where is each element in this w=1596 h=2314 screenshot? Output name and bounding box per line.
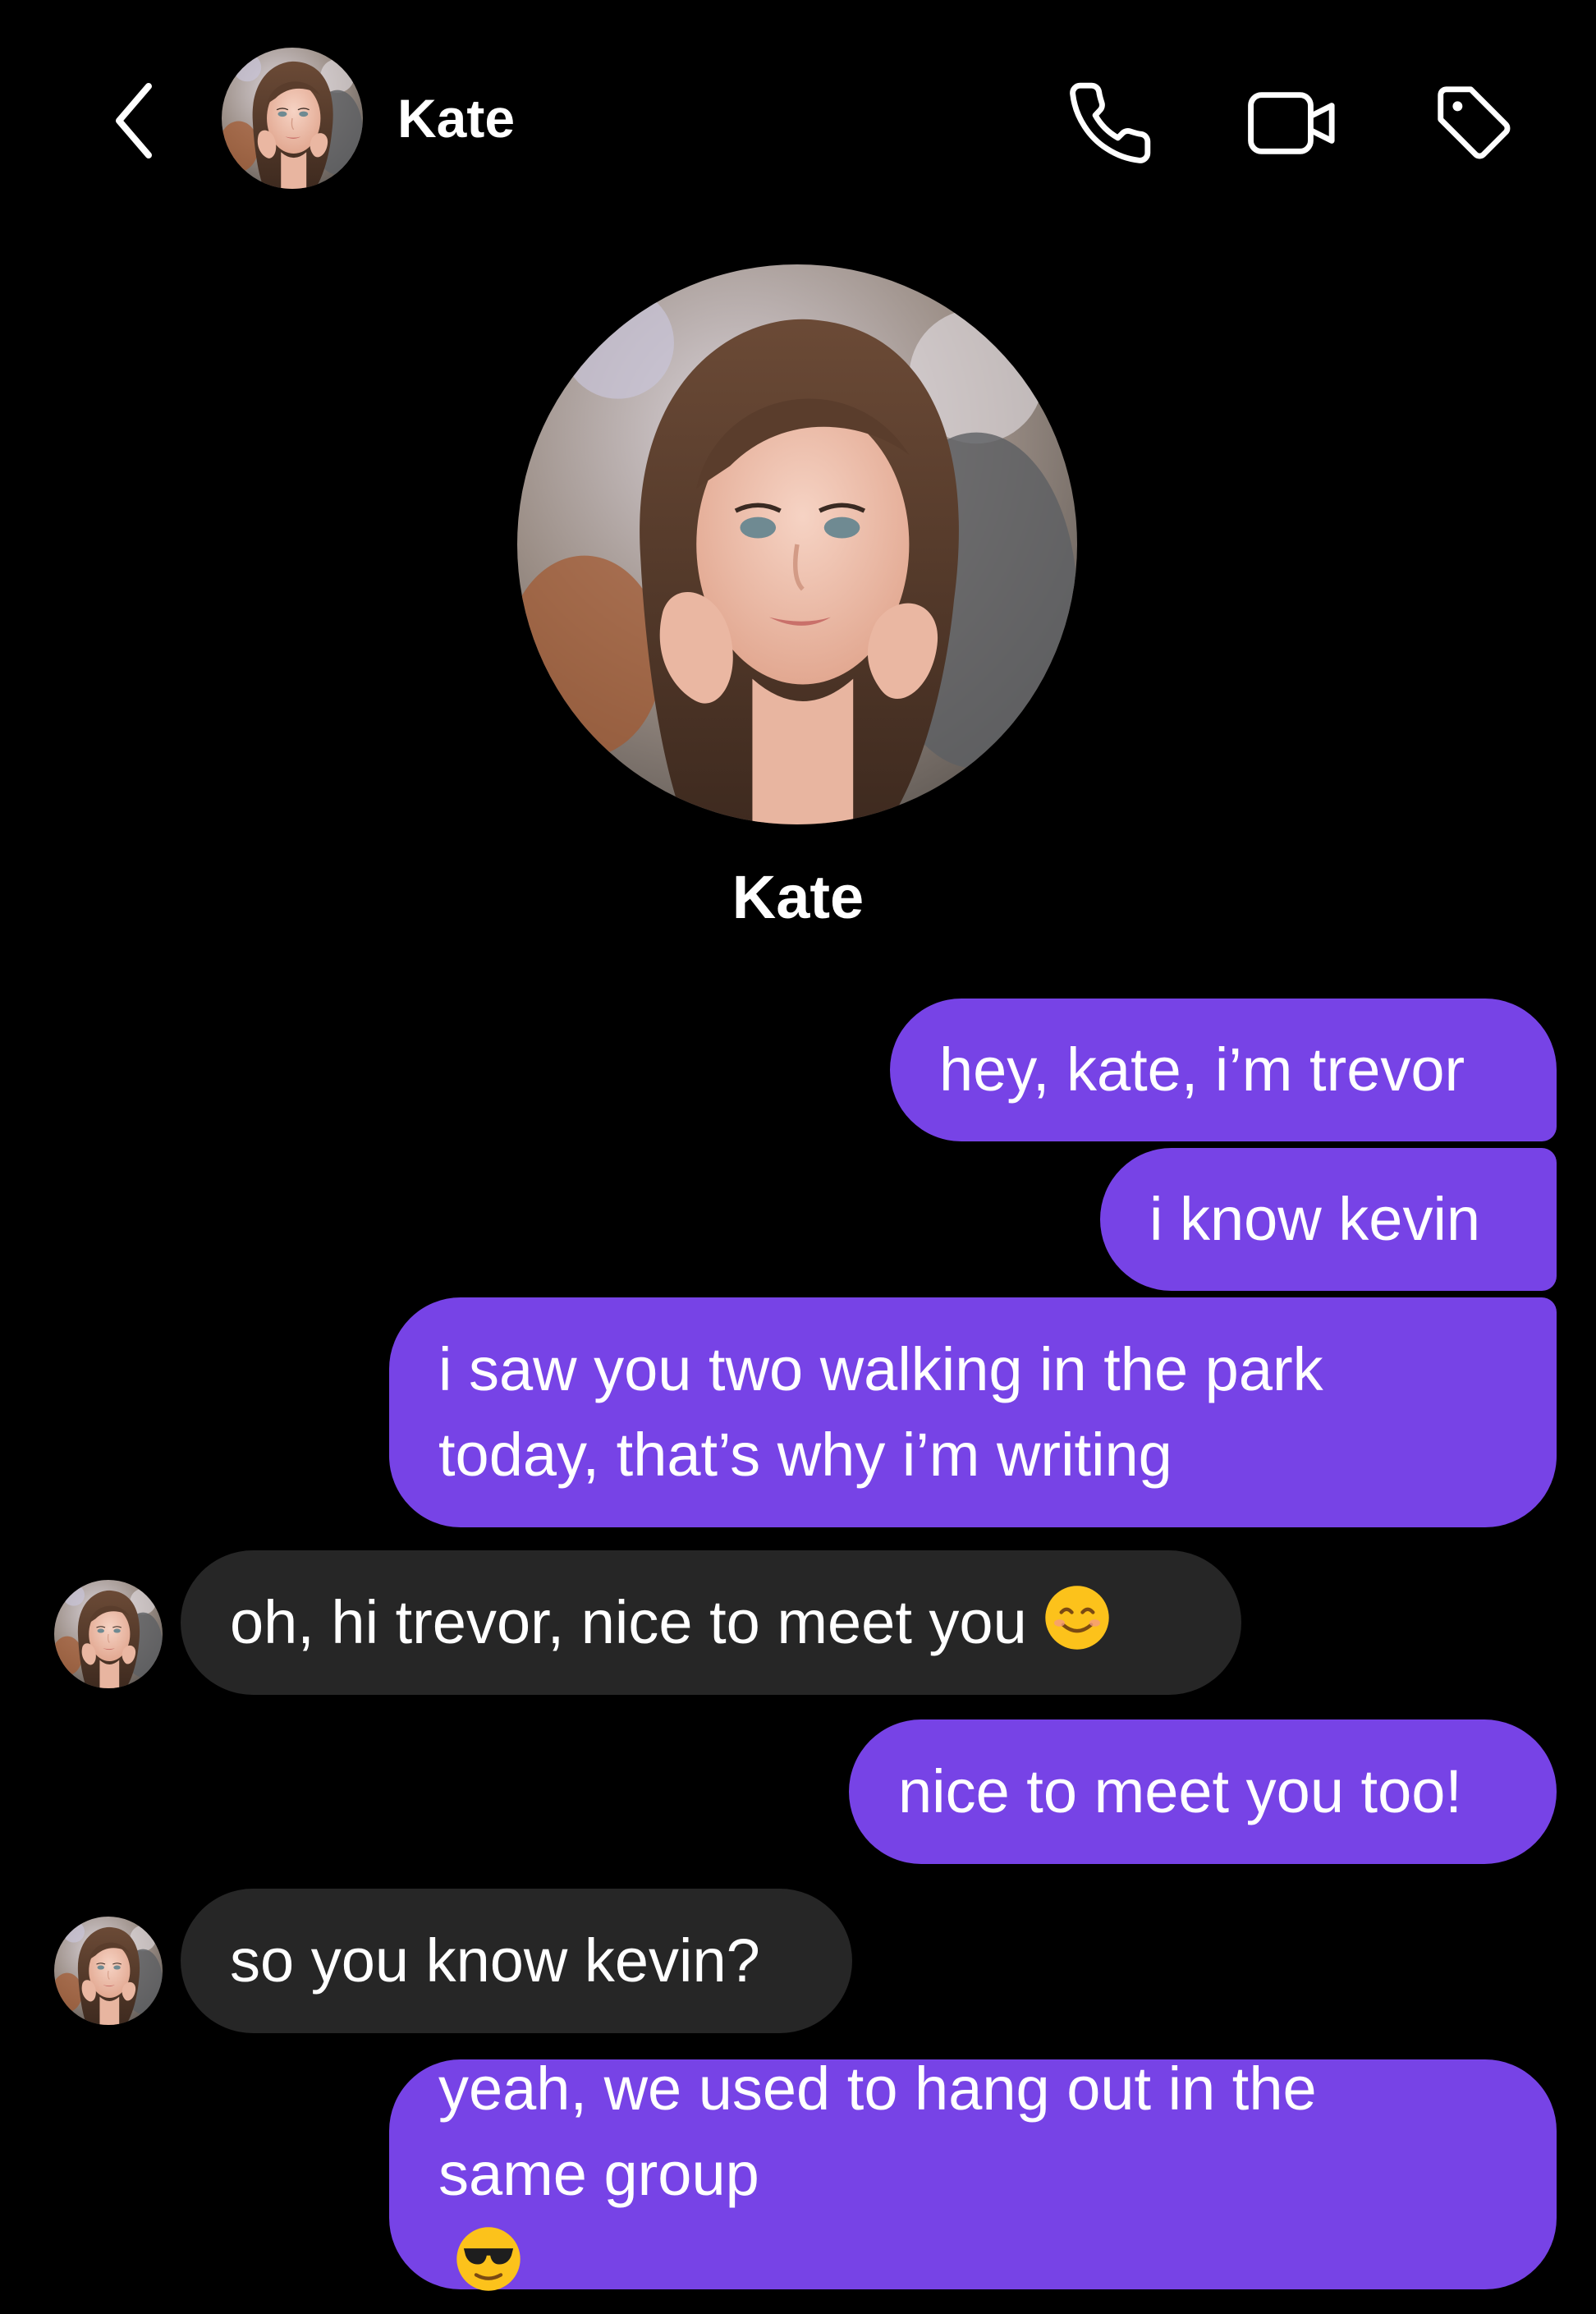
back-button[interactable] — [97, 76, 171, 166]
message-text: oh, hi trevor, nice to meet you — [230, 1588, 1027, 1656]
message-bubble-outgoing[interactable]: nice to meet you too! — [849, 1719, 1557, 1864]
message-text: hey, kate, i’m trevor — [939, 1035, 1465, 1104]
message-text: so you know kevin? — [230, 1926, 760, 1995]
tag-icon — [1438, 86, 1511, 159]
message-text-line: same group — [438, 2132, 759, 2303]
phone-icon — [1070, 82, 1151, 163]
message-bubble-outgoing[interactable]: i know kevin — [1100, 1148, 1557, 1291]
video-call-button[interactable] — [1244, 74, 1342, 172]
message-text-line: today, that’s why i’m writing — [438, 1421, 1172, 1489]
chat-header: Kate — [0, 0, 1596, 213]
profile-name: Kate — [732, 863, 864, 931]
sunglasses-face-icon — [456, 2227, 521, 2292]
message-text: i know kevin — [1149, 1185, 1481, 1253]
message-text-line: i saw you two walking in the park — [438, 1335, 1323, 1403]
voice-call-button[interactable] — [1061, 74, 1159, 172]
header-avatar[interactable] — [222, 48, 363, 189]
message-bubble-incoming[interactable]: oh, hi trevor, nice to meet you — [181, 1550, 1241, 1695]
smiling-face-icon — [1045, 1586, 1109, 1650]
header-contact-name[interactable]: Kate — [397, 85, 515, 152]
tag-button[interactable] — [1425, 74, 1524, 172]
video-camera-icon — [1248, 92, 1335, 154]
message-text: nice to meet you too! — [898, 1757, 1462, 1825]
sender-avatar[interactable] — [54, 1917, 163, 2025]
sender-avatar[interactable] — [54, 1580, 163, 1688]
message-bubble-outgoing[interactable]: i saw you two walking in the park today,… — [389, 1297, 1557, 1527]
message-bubble-outgoing[interactable]: yeah, we used to hang out in the same gr… — [389, 2055, 1557, 2292]
message-bubble-incoming[interactable]: so you know kevin? — [181, 1889, 852, 2033]
profile-photo[interactable] — [517, 264, 1077, 824]
message-bubble-outgoing[interactable]: hey, kate, i’m trevor — [890, 999, 1557, 1141]
message-text: same group — [438, 2140, 759, 2208]
message-text-line: yeah, we used to hang out in the — [438, 2055, 1317, 2123]
chevron-left-icon — [116, 83, 152, 158]
